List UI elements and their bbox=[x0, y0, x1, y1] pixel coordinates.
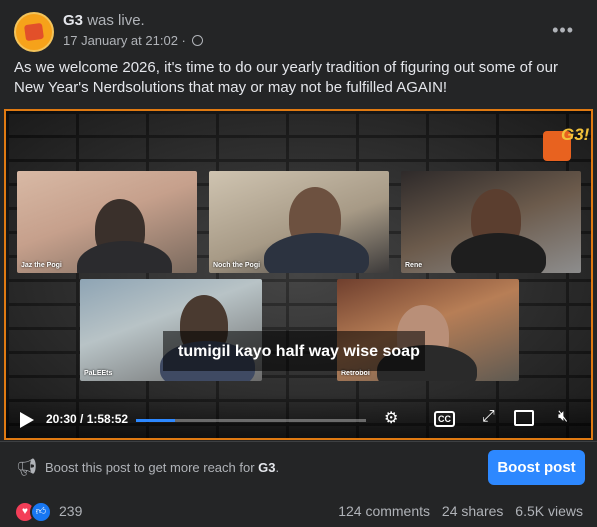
page-name[interactable]: G3 bbox=[63, 12, 83, 29]
fullscreen-icon[interactable]: ⤢ bbox=[482, 408, 495, 426]
avatar-logo-shape bbox=[23, 22, 45, 42]
boost-message: Boost this post to get more reach for G3… bbox=[45, 460, 280, 475]
g3-watermark-logo: G3! bbox=[543, 125, 589, 165]
participant-tile: Jaz the Pogi bbox=[17, 171, 197, 273]
boost-post-button[interactable]: Boost post bbox=[488, 450, 585, 485]
post-caption: As we welcome 2026, it's time to do our … bbox=[14, 59, 558, 96]
page-avatar[interactable] bbox=[14, 12, 54, 52]
participant-name: PaLEEts bbox=[84, 370, 113, 377]
captions-icon[interactable]: CC bbox=[434, 411, 455, 427]
live-status: was live. bbox=[87, 12, 145, 29]
subtitle-text: tumigil kayo half way wise soap bbox=[178, 343, 420, 360]
engagement-stats: 124 comments 24 shares 6.5K views bbox=[330, 503, 583, 519]
participant-tile: Noch the Pogi bbox=[209, 171, 389, 273]
meta-separator: · bbox=[181, 33, 186, 48]
brick-wall-background bbox=[6, 111, 591, 438]
participant-name: Noch the Pogi bbox=[213, 262, 261, 269]
reaction-count[interactable]: 239 bbox=[59, 503, 82, 519]
comments-count[interactable]: 124 comments bbox=[338, 503, 430, 519]
participant-name: Rene bbox=[405, 262, 423, 269]
participant-tile: Rene bbox=[401, 171, 581, 273]
like-reaction-icon: 👍︎ bbox=[30, 501, 52, 523]
post-header: G3 was live. 17 January at 21:02 · ••• bbox=[14, 12, 584, 52]
participant-name: Retroboi bbox=[341, 370, 370, 377]
shares-count[interactable]: 24 shares bbox=[442, 503, 503, 519]
post-title-line: G3 was live. bbox=[63, 12, 145, 29]
post-timestamp[interactable]: 17 January at 21:02 bbox=[63, 33, 178, 48]
megaphone-icon: 📢︎ bbox=[16, 458, 38, 477]
picture-in-picture-icon[interactable] bbox=[514, 410, 534, 426]
globe-icon bbox=[191, 35, 203, 46]
play-icon[interactable] bbox=[20, 412, 34, 428]
gear-icon[interactable]: ⚙ bbox=[384, 408, 398, 428]
participant-name: Jaz the Pogi bbox=[21, 262, 62, 269]
video-player[interactable]: G3! Jaz the Pogi Noch the Pogi Rene PaLE… bbox=[4, 109, 593, 440]
progress-bar[interactable] bbox=[136, 419, 366, 422]
more-options-icon[interactable]: ••• bbox=[552, 20, 574, 41]
video-controls: 20:30 / 1:58:52 ⚙ CC ⤢ 🔇︎ bbox=[6, 394, 591, 438]
video-time: 20:30 / 1:58:52 bbox=[46, 412, 129, 426]
mute-icon[interactable]: 🔇︎ bbox=[558, 408, 568, 426]
progress-fill bbox=[136, 419, 176, 422]
divider bbox=[0, 441, 597, 442]
views-count: 6.5K views bbox=[515, 503, 583, 519]
post-meta: 17 January at 21:02 · bbox=[63, 33, 203, 48]
